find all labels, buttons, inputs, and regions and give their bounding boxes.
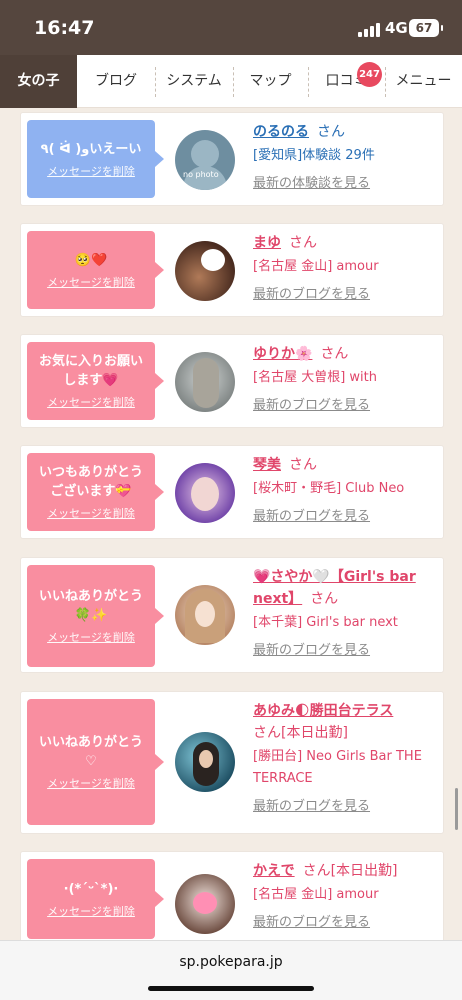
- avatar[interactable]: no photo: [175, 130, 235, 190]
- girl-info: まゆ さん [名古屋 金山] amour 最新のブログを見る: [253, 232, 439, 304]
- latest-reviews-link[interactable]: 最新の体験談を見る: [253, 175, 439, 193]
- message-bubble: お気に入りお願いします💗 メッセージを削除: [27, 342, 164, 420]
- delete-message-link[interactable]: メッセージを削除: [47, 903, 135, 919]
- avatar[interactable]: [175, 874, 235, 934]
- honorific: さん: [289, 235, 317, 251]
- message-text: いつもありがとうございます💝: [38, 465, 143, 499]
- message-bubble: ٩( ᐛ )وいえーい メッセージを削除: [27, 120, 164, 198]
- message-text: いいねありがとう♡: [38, 735, 143, 769]
- avatar-face: [191, 477, 219, 511]
- message-bubble: ·(*´ᵕ`*)· メッセージを削除: [27, 859, 164, 939]
- message-card: お気に入りお願いします💗 メッセージを削除 ゆりか🌸 さん [名古屋 大曽根] w…: [20, 334, 444, 428]
- latest-blog-link[interactable]: 最新のブログを見る: [253, 798, 439, 816]
- tab-nav: 女の子 ブログ システム マップ 口コミ メニュー 247: [0, 55, 462, 108]
- shop-name: [桜木町・野毛] Club Neo: [253, 481, 405, 496]
- honorific: さん: [317, 124, 345, 140]
- girl-name-link[interactable]: かえで: [253, 863, 295, 879]
- shop-name: [名古屋 金山] amour: [253, 259, 379, 274]
- message-list: ٩( ᐛ )وいえーい メッセージを削除 no photo のるのる さん [愛知…: [0, 108, 462, 940]
- message-text: 🥺❤️: [74, 252, 108, 268]
- latest-blog-link[interactable]: 最新のブログを見る: [253, 397, 439, 415]
- shop-name: [名古屋 大曽根] with: [253, 370, 377, 385]
- avatar[interactable]: [175, 241, 235, 301]
- status-bar: 16:47 4G 67: [0, 0, 462, 55]
- browser-address-bar[interactable]: sp.pokepara.jp: [0, 940, 462, 1000]
- honorific: さん: [320, 346, 349, 362]
- tab-menu[interactable]: メニュー: [385, 55, 462, 108]
- tab-girls[interactable]: 女の子: [0, 55, 77, 108]
- attendance-status: [本日出勤]: [330, 863, 398, 879]
- message-text: ·(*´ᵕ`*)·: [63, 881, 119, 897]
- battery-icon: 67: [409, 19, 443, 37]
- message-bubble: 🥺❤️ メッセージを削除: [27, 231, 164, 309]
- girl-info: あゆみ🌓勝田台テラス さん[本日出勤] [勝田台] Neo Girls Bar …: [253, 700, 439, 816]
- girl-info: 💗さやか🤍【Girl's bar next】 さん [本千葉] Girl's ba…: [253, 566, 439, 660]
- girl-name-link[interactable]: ゆりか🌸: [253, 346, 312, 362]
- message-card: いつもありがとうございます💝 メッセージを削除 琴美 さん [桜木町・野毛] Cl…: [20, 445, 444, 539]
- girl-name-link[interactable]: のるのる: [253, 124, 309, 140]
- network-type: 4G: [385, 19, 408, 37]
- avatar-face: [195, 601, 215, 627]
- signal-icon: [358, 23, 380, 37]
- girl-name-link[interactable]: 琴美: [253, 457, 281, 473]
- honorific: さん: [289, 457, 317, 473]
- scrollbar[interactable]: [455, 788, 458, 830]
- shop-name: [勝田台] Neo Girls Bar THE TERRACE: [253, 749, 422, 786]
- message-card: いいねありがとう♡ メッセージを削除 あゆみ🌓勝田台テラス さん[本日出勤] […: [20, 691, 444, 834]
- attendance-status: [本日出勤]: [281, 725, 348, 741]
- reviews-count-badge: 247: [357, 62, 382, 87]
- latest-blog-link[interactable]: 最新のブログを見る: [253, 642, 439, 660]
- tab-map[interactable]: マップ: [233, 55, 308, 108]
- delete-message-link[interactable]: メッセージを削除: [47, 274, 135, 290]
- message-card: 🥺❤️ メッセージを削除 まゆ さん [名古屋 金山] amour 最新のブログを…: [20, 223, 444, 317]
- avatar-head: [191, 140, 219, 168]
- message-bubble: いいねありがとう♡ メッセージを削除: [27, 699, 164, 825]
- honorific: さん: [310, 591, 339, 607]
- tab-system[interactable]: システム: [155, 55, 233, 108]
- shop-name: [愛知県]体験談 29件: [253, 148, 375, 163]
- message-card: いいねありがとう🍀✨ メッセージを削除 💗さやか🤍【Girl's bar nex…: [20, 557, 444, 673]
- delete-message-link[interactable]: メッセージを削除: [47, 505, 135, 521]
- delete-message-link[interactable]: メッセージを削除: [47, 394, 135, 410]
- message-bubble: いいねありがとう🍀✨ メッセージを削除: [27, 565, 164, 667]
- girl-info: 琴美 さん [桜木町・野毛] Club Neo 最新のブログを見る: [253, 454, 439, 526]
- url-text[interactable]: sp.pokepara.jp: [0, 954, 462, 970]
- clock: 16:47: [34, 17, 95, 39]
- girl-name-link[interactable]: まゆ: [253, 235, 281, 251]
- girl-info: かえで さん[本日出勤] [名古屋 金山] amour 最新のブログを見る: [253, 860, 439, 932]
- message-text: ٩( ᐛ )وいえーい: [40, 141, 142, 157]
- avatar-sticker: [201, 249, 225, 271]
- avatar[interactable]: [175, 732, 235, 792]
- avatar-face: [199, 750, 213, 768]
- tab-blog[interactable]: ブログ: [77, 55, 155, 108]
- message-bubble: いつもありがとうございます💝 メッセージを削除: [27, 453, 164, 531]
- message-text: お気に入りお願いします💗: [38, 354, 143, 388]
- message-card: ٩( ᐛ )وいえーい メッセージを削除 no photo のるのる さん [愛知…: [20, 112, 444, 206]
- shop-name: [名古屋 金山] amour: [253, 887, 379, 902]
- girl-name-link[interactable]: あゆみ🌓勝田台テラス: [253, 703, 393, 719]
- home-indicator[interactable]: [148, 986, 314, 991]
- latest-blog-link[interactable]: 最新のブログを見る: [253, 914, 439, 932]
- delete-message-link[interactable]: メッセージを削除: [47, 775, 135, 791]
- honorific: さん: [253, 725, 281, 741]
- avatar[interactable]: [175, 585, 235, 645]
- avatar-heart-sticker: [193, 892, 217, 914]
- delete-message-link[interactable]: メッセージを削除: [47, 163, 135, 179]
- shop-name: [本千葉] Girl's bar next: [253, 615, 398, 630]
- latest-blog-link[interactable]: 最新のブログを見る: [253, 286, 439, 304]
- avatar-hair: [193, 358, 219, 408]
- honorific: さん: [302, 863, 331, 879]
- delete-message-link[interactable]: メッセージを削除: [47, 629, 135, 645]
- avatar[interactable]: [175, 352, 235, 412]
- avatar[interactable]: [175, 463, 235, 523]
- no-photo-label: no photo: [183, 170, 219, 179]
- message-card: ·(*´ᵕ`*)· メッセージを削除 かえで さん[本日出勤] [名古屋 金山] …: [20, 851, 444, 940]
- girl-info: のるのる さん [愛知県]体験談 29件 最新の体験談を見る: [253, 121, 439, 193]
- message-text: いいねありがとう🍀✨: [38, 589, 143, 623]
- latest-blog-link[interactable]: 最新のブログを見る: [253, 508, 439, 526]
- girl-info: ゆりか🌸 さん [名古屋 大曽根] with 最新のブログを見る: [253, 343, 439, 415]
